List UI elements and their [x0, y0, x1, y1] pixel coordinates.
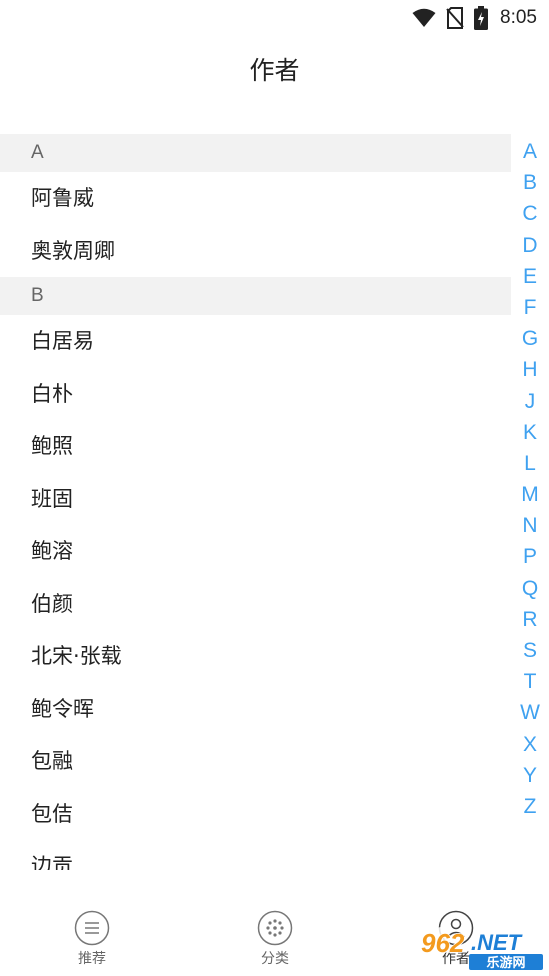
- index-letter-d[interactable]: D: [511, 230, 549, 261]
- author-item[interactable]: 阿鲁威: [0, 172, 511, 225]
- svg-text:.NET: .NET: [471, 930, 523, 955]
- title-bar: 作者: [0, 44, 549, 98]
- author-item[interactable]: 班固: [0, 473, 511, 526]
- svg-text:962: 962: [421, 928, 465, 958]
- section-header-b: B: [0, 277, 511, 315]
- wifi-icon: [412, 8, 436, 27]
- author-item[interactable]: 边贡: [0, 840, 511, 870]
- index-letter-s[interactable]: S: [511, 635, 549, 666]
- tab-category[interactable]: 分类: [230, 910, 320, 968]
- page-title: 作者: [249, 56, 300, 85]
- author-item[interactable]: 鲍照: [0, 420, 511, 473]
- index-letter-b[interactable]: B: [511, 167, 549, 198]
- author-item[interactable]: 包佶: [0, 788, 511, 841]
- index-letter-x[interactable]: X: [511, 729, 549, 760]
- index-letter-m[interactable]: M: [511, 479, 549, 510]
- author-item[interactable]: 包融: [0, 735, 511, 788]
- section-header-a: A: [0, 134, 511, 172]
- author-list[interactable]: A 阿鲁威 奥敦周卿 B 白居易 白朴 鲍照 班固 鲍溶 伯颜 北宋·张载 鲍令…: [0, 134, 511, 870]
- screen: 8:05 作者 A 阿鲁威 奥敦周卿 B 白居易 白朴 鲍照 班固 鲍溶 伯颜 …: [0, 0, 549, 976]
- index-letter-y[interactable]: Y: [511, 760, 549, 791]
- list-circle-icon: [74, 910, 110, 946]
- status-time: 8:05: [500, 7, 537, 28]
- battery-charging-icon: [474, 6, 489, 30]
- author-item[interactable]: 鲍令晖: [0, 683, 511, 736]
- index-letter-w[interactable]: W: [511, 697, 549, 728]
- index-letter-j[interactable]: J: [511, 386, 549, 417]
- index-letter-z[interactable]: Z: [511, 791, 549, 822]
- watermark-logo: 962 .NET 乐游网: [419, 926, 543, 971]
- index-letter-g[interactable]: G: [511, 323, 549, 354]
- bottom-nav: 推荐 分类 作者 962 .NET 乐游网: [0, 870, 549, 976]
- author-item[interactable]: 奥敦周卿: [0, 225, 511, 278]
- status-bar: 8:05: [0, 0, 549, 36]
- index-letter-r[interactable]: R: [511, 604, 549, 635]
- index-letter-f[interactable]: F: [511, 292, 549, 323]
- index-letter-q[interactable]: Q: [511, 573, 549, 604]
- author-item[interactable]: 鲍溶: [0, 525, 511, 578]
- index-letter-k[interactable]: K: [511, 417, 549, 448]
- author-item[interactable]: 伯颜: [0, 578, 511, 631]
- dots-circle-icon: [257, 910, 293, 946]
- alphabet-index-bar[interactable]: A B C D E F G H J K L M N P Q R S T W X …: [511, 136, 549, 822]
- status-icons: 8:05: [412, 6, 537, 30]
- no-sim-icon: [446, 7, 464, 29]
- index-letter-e[interactable]: E: [511, 261, 549, 292]
- index-letter-l[interactable]: L: [511, 448, 549, 479]
- svg-text:乐游网: 乐游网: [486, 955, 525, 971]
- index-letter-n[interactable]: N: [511, 510, 549, 541]
- author-item[interactable]: 白朴: [0, 368, 511, 421]
- index-letter-a[interactable]: A: [511, 136, 549, 167]
- index-letter-t[interactable]: T: [511, 666, 549, 697]
- tab-recommend-label: 推荐: [78, 951, 106, 967]
- index-letter-c[interactable]: C: [511, 198, 549, 229]
- index-letter-h[interactable]: H: [511, 354, 549, 385]
- tab-recommend[interactable]: 推荐: [47, 910, 137, 968]
- index-letter-p[interactable]: P: [511, 541, 549, 572]
- author-item[interactable]: 白居易: [0, 315, 511, 368]
- author-item[interactable]: 北宋·张载: [0, 630, 511, 683]
- tab-category-label: 分类: [261, 951, 289, 967]
